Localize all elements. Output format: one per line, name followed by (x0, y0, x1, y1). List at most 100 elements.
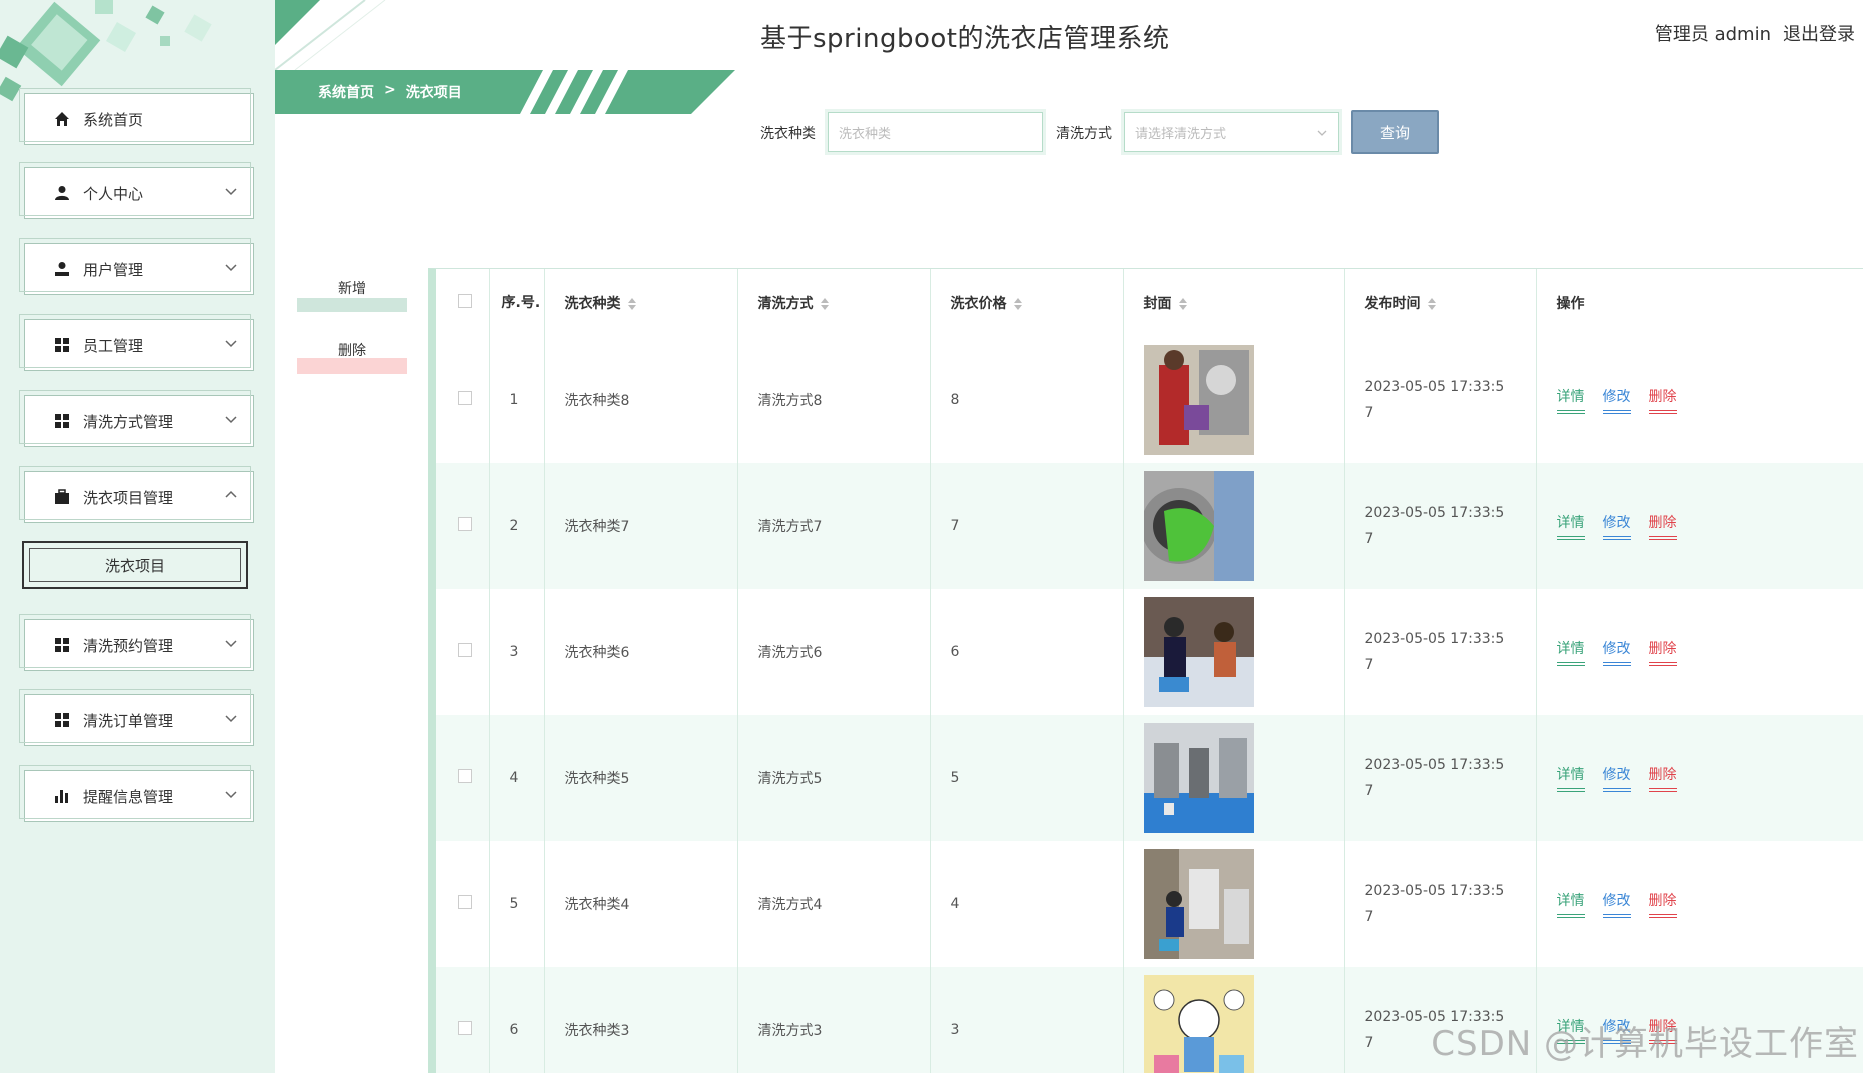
cover-image[interactable] (1143, 723, 1254, 833)
sort-icon (1013, 298, 1022, 310)
cell-time: 2023-05-05 17:33:57 (1364, 379, 1505, 421)
chevron-down-icon (225, 715, 237, 723)
sidebar-item-wash-method[interactable]: 清洗方式管理 (19, 390, 254, 447)
edit-button[interactable]: 修改 (1602, 386, 1631, 414)
table-row: 4 洗衣种类5 清洗方式5 5 2023-05-05 17:33:57 详情 修改… (436, 715, 1863, 841)
row-checkbox[interactable] (458, 643, 472, 657)
edit-button[interactable]: 修改 (1602, 890, 1631, 918)
sidebar-item-reminders[interactable]: 提醒信息管理 (19, 765, 254, 822)
edit-button[interactable]: 修改 (1602, 764, 1631, 792)
user-icon (53, 184, 71, 202)
cell-method: 清洗方式8 (737, 337, 931, 463)
cell-type: 洗衣种类4 (544, 841, 738, 967)
cell-price: 5 (930, 715, 1124, 841)
cell-index: 2 (489, 463, 545, 589)
chevron-up-icon (225, 490, 237, 498)
type-filter-label: 洗衣种类 (760, 126, 816, 142)
sidebar-item-laundry-project[interactable]: 洗衣项目管理 (19, 466, 254, 523)
chevron-down-icon (225, 791, 237, 799)
cover-image[interactable] (1143, 471, 1254, 581)
column-header-cover[interactable]: 封面 (1123, 269, 1345, 337)
cell-actions: 详情 修改 删除 (1536, 841, 1863, 967)
row-delete-button[interactable]: 删除 (1648, 386, 1677, 414)
cell-time: 2023-05-05 17:33:57 (1364, 757, 1505, 799)
row-delete-button[interactable]: 删除 (1648, 890, 1677, 918)
row-delete-button[interactable]: 删除 (1648, 512, 1677, 540)
sidebar-item-label: 洗衣项目管理 (83, 488, 174, 507)
user-area: 管理员 admin 退出登录 (1655, 20, 1855, 46)
cover-image[interactable] (1143, 849, 1254, 959)
edit-button[interactable]: 修改 (1602, 512, 1631, 540)
sidebar-item-label: 提醒信息管理 (83, 787, 174, 806)
grid-icon (53, 412, 71, 430)
cell-method: 清洗方式4 (737, 841, 931, 967)
detail-button[interactable]: 详情 (1556, 764, 1585, 792)
sidebar-item-orders[interactable]: 清洗订单管理 (19, 689, 254, 746)
sidebar-item-booking[interactable]: 清洗预约管理 (19, 614, 254, 671)
table-header-row: 序.号. 洗衣种类 清洗方式 洗衣价格 封面 发布时间 操作 (436, 269, 1863, 337)
row-delete-button[interactable]: 删除 (1648, 764, 1677, 792)
cell-price: 7 (930, 463, 1124, 589)
sidebar-item-label: 系统首页 (83, 110, 144, 129)
cell-index: 4 (489, 715, 545, 841)
add-button[interactable]: 新增 (297, 278, 407, 312)
chevron-down-icon (225, 264, 237, 272)
sidebar-item-label: 员工管理 (83, 336, 144, 355)
cell-actions: 详情 修改 删除 (1536, 463, 1863, 589)
cell-method: 清洗方式5 (737, 715, 931, 841)
select-all-checkbox[interactable] (458, 294, 472, 308)
cell-price: 3 (930, 967, 1124, 1073)
row-delete-button[interactable]: 删除 (1648, 638, 1677, 666)
sidebar-item-label: 清洗订单管理 (83, 711, 174, 730)
chevron-down-icon (225, 640, 237, 648)
detail-button[interactable]: 详情 (1556, 890, 1585, 918)
row-checkbox[interactable] (458, 517, 472, 531)
breadcrumb-current: 洗衣项目 (405, 85, 462, 101)
grid-icon (53, 336, 71, 354)
cover-image[interactable] (1143, 597, 1254, 707)
logout-link[interactable]: 退出登录 (1783, 20, 1855, 46)
column-header-method[interactable]: 清洗方式 (737, 269, 931, 337)
column-header-price[interactable]: 洗衣价格 (930, 269, 1124, 337)
cell-price: 4 (930, 841, 1124, 967)
search-button[interactable]: 查询 (1351, 110, 1439, 154)
column-header-type[interactable]: 洗衣种类 (544, 269, 738, 337)
row-checkbox[interactable] (458, 391, 472, 405)
sidebar: 系统首页 个人中心 用户管理 员工管理 清洗方式管理 洗衣项目管理 洗衣项目 清… (0, 0, 275, 1073)
detail-button[interactable]: 详情 (1556, 638, 1585, 666)
sidebar-item-personal[interactable]: 个人中心 (19, 162, 254, 219)
cell-time: 2023-05-05 17:33:57 (1364, 505, 1505, 547)
cover-image[interactable] (1143, 975, 1254, 1073)
briefcase-icon (53, 488, 71, 506)
sidebar-item-home[interactable]: 系统首页 (19, 88, 254, 145)
delete-button[interactable]: 删除 (297, 340, 407, 374)
sort-icon (627, 298, 636, 310)
row-checkbox[interactable] (458, 895, 472, 909)
cell-actions: 详情 修改 删除 (1536, 337, 1863, 463)
sidebar-subitem-laundry-project[interactable]: 洗衣项目 (22, 541, 248, 589)
row-checkbox[interactable] (458, 769, 472, 783)
bar-chart-icon (53, 787, 71, 805)
sidebar-item-staff[interactable]: 员工管理 (19, 314, 254, 371)
cell-price: 8 (930, 337, 1124, 463)
row-checkbox[interactable] (458, 1021, 472, 1035)
column-header-time[interactable]: 发布时间 (1344, 269, 1537, 337)
header-decoration (275, 0, 386, 70)
sidebar-item-users[interactable]: 用户管理 (19, 238, 254, 295)
method-filter-select[interactable]: 请选择清洗方式 (1121, 109, 1342, 155)
cell-time: 2023-05-05 17:33:57 (1364, 631, 1505, 673)
cell-method: 清洗方式7 (737, 463, 931, 589)
user-label: 管理员 admin (1654, 24, 1771, 45)
breadcrumb-home[interactable]: 系统首页 (318, 82, 374, 102)
chevron-down-icon (1317, 130, 1327, 136)
table-row: 5 洗衣种类4 清洗方式4 4 2023-05-05 17:33:57 详情 修改… (436, 841, 1863, 967)
table-row: 2 洗衣种类7 清洗方式7 7 2023-05-05 17:33:57 详情 修改… (436, 463, 1863, 589)
edit-button[interactable]: 修改 (1602, 638, 1631, 666)
sidebar-item-label: 清洗方式管理 (83, 412, 174, 431)
type-filter-input[interactable]: 洗衣种类 (825, 109, 1046, 155)
detail-button[interactable]: 详情 (1556, 512, 1585, 540)
cover-image[interactable] (1143, 345, 1254, 455)
detail-button[interactable]: 详情 (1556, 386, 1585, 414)
sort-icon (1427, 298, 1436, 310)
cell-index: 6 (489, 967, 545, 1073)
